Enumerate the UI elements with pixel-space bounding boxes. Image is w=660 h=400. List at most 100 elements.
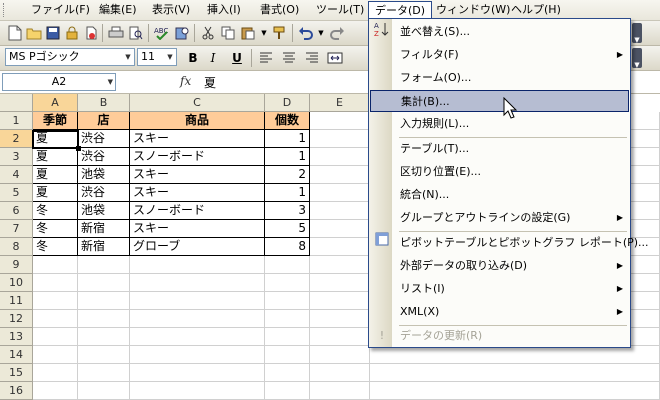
row-header[interactable]: 2 <box>0 130 33 148</box>
empty-cell[interactable] <box>78 346 130 364</box>
table-cell[interactable]: 夏 <box>33 166 78 184</box>
table-cell[interactable]: スキー <box>130 220 265 238</box>
empty-cell[interactable] <box>265 292 310 310</box>
empty-cell[interactable] <box>370 364 660 382</box>
empty-cell[interactable] <box>310 202 370 220</box>
row-header[interactable]: 9 <box>0 256 33 274</box>
menubar-grip[interactable] <box>3 3 7 17</box>
empty-cell[interactable] <box>370 382 660 400</box>
menu-item-subtotals[interactable]: 集計(B)... <box>370 90 629 112</box>
menu-format[interactable]: 書式(O) <box>254 1 305 19</box>
empty-cell[interactable] <box>130 256 265 274</box>
empty-cell[interactable] <box>130 364 265 382</box>
empty-cell[interactable] <box>78 382 130 400</box>
italic-button[interactable]: I <box>204 49 222 67</box>
underline-button[interactable]: U <box>228 49 246 67</box>
row-header[interactable]: 13 <box>0 328 33 346</box>
empty-cell[interactable] <box>130 382 265 400</box>
empty-cell[interactable] <box>265 310 310 328</box>
empty-cell[interactable] <box>33 364 78 382</box>
empty-cell[interactable] <box>265 256 310 274</box>
open-folder-icon[interactable] <box>25 24 43 42</box>
row-header[interactable]: 7 <box>0 220 33 238</box>
column-header-c[interactable]: C <box>130 94 265 112</box>
empty-cell[interactable] <box>130 328 265 346</box>
table-cell[interactable]: 1 <box>265 184 310 202</box>
empty-cell[interactable] <box>33 328 78 346</box>
merge-center-icon[interactable] <box>326 49 344 67</box>
table-cell[interactable]: 1 <box>265 148 310 166</box>
menu-window[interactable]: ウィンドウ(W) <box>430 1 516 19</box>
table-cell[interactable]: 渋谷 <box>78 148 130 166</box>
table-cell[interactable]: スキー <box>130 130 265 148</box>
header-cell[interactable]: 個数 <box>265 112 310 130</box>
menu-item-list[interactable]: リスト(I) ▶ <box>370 278 629 300</box>
empty-cell[interactable] <box>310 238 370 256</box>
active-cell-outline[interactable] <box>32 130 79 149</box>
empty-cell[interactable] <box>78 256 130 274</box>
table-cell[interactable]: 新宿 <box>78 238 130 256</box>
table-cell[interactable]: グローブ <box>130 238 265 256</box>
empty-cell[interactable] <box>310 130 370 148</box>
row-header[interactable]: 1 <box>0 112 33 130</box>
spelling-icon[interactable]: ABC <box>153 24 171 42</box>
table-cell[interactable]: 夏 <box>33 184 78 202</box>
row-header[interactable]: 16 <box>0 382 33 400</box>
empty-cell[interactable] <box>370 346 660 364</box>
empty-cell[interactable] <box>33 292 78 310</box>
menu-item-form[interactable]: フォーム(O)... <box>370 67 629 89</box>
empty-cell[interactable] <box>310 112 370 130</box>
empty-cell[interactable] <box>78 310 130 328</box>
empty-cell[interactable] <box>265 328 310 346</box>
undo-icon[interactable] <box>297 24 315 42</box>
row-header[interactable]: 4 <box>0 166 33 184</box>
empty-cell[interactable] <box>33 256 78 274</box>
email-icon[interactable] <box>82 24 100 42</box>
table-cell[interactable]: 2 <box>265 166 310 184</box>
name-box[interactable]: A2 ▼ <box>2 73 116 91</box>
print-preview-icon[interactable] <box>127 24 145 42</box>
menu-file[interactable]: ファイル(F) <box>25 1 96 19</box>
empty-cell[interactable] <box>310 328 370 346</box>
table-cell[interactable]: 1 <box>265 130 310 148</box>
toolbar-options-icon[interactable]: ▼ <box>632 48 642 69</box>
align-right-icon[interactable] <box>303 49 321 67</box>
empty-cell[interactable] <box>78 274 130 292</box>
insert-function-button[interactable]: fx <box>180 74 191 88</box>
menu-item-pivot-table[interactable]: ピボットテーブルとピボットグラフ レポート(P)... <box>370 232 649 254</box>
column-header-a[interactable]: A <box>33 94 78 112</box>
table-cell[interactable]: スノーボード <box>130 202 265 220</box>
menu-data[interactable]: データ(D) <box>368 1 433 19</box>
menu-tools[interactable]: ツール(T) <box>310 1 370 19</box>
menu-item-text-to-columns[interactable]: 区切り位置(E)... <box>370 161 629 183</box>
row-header[interactable]: 8 <box>0 238 33 256</box>
font-name-combo[interactable]: MS Pゴシック ▼ <box>5 48 135 66</box>
redo-icon[interactable] <box>328 24 346 42</box>
empty-cell[interactable] <box>130 346 265 364</box>
toolbar-options-icon[interactable]: ▼ <box>632 23 642 44</box>
menu-item-filter[interactable]: フィルタ(F) ▶ <box>370 44 629 66</box>
print-icon[interactable] <box>107 24 125 42</box>
menu-item-consolidate[interactable]: 統合(N)... <box>370 184 629 206</box>
row-header[interactable]: 3 <box>0 148 33 166</box>
empty-cell[interactable] <box>265 364 310 382</box>
menu-item-group-outline[interactable]: グループとアウトラインの設定(G) ▶ <box>370 207 629 229</box>
row-header[interactable]: 12 <box>0 310 33 328</box>
table-cell[interactable]: 冬 <box>33 238 78 256</box>
table-cell[interactable]: 池袋 <box>78 202 130 220</box>
column-header-b[interactable]: B <box>78 94 130 112</box>
table-cell[interactable]: 3 <box>265 202 310 220</box>
column-header-d[interactable]: D <box>265 94 310 112</box>
chevron-down-icon[interactable]: ▼ <box>122 49 134 65</box>
formula-input[interactable]: 夏 <box>204 74 216 91</box>
header-cell[interactable]: 店 <box>78 112 130 130</box>
table-cell[interactable]: 池袋 <box>78 166 130 184</box>
empty-cell[interactable] <box>130 292 265 310</box>
table-cell[interactable]: 冬 <box>33 202 78 220</box>
empty-cell[interactable] <box>130 310 265 328</box>
header-cell[interactable]: 商品 <box>130 112 265 130</box>
fill-handle[interactable] <box>76 146 81 151</box>
empty-cell[interactable] <box>265 346 310 364</box>
undo-dropdown-icon[interactable]: ▼ <box>316 24 326 42</box>
research-icon[interactable] <box>173 24 191 42</box>
